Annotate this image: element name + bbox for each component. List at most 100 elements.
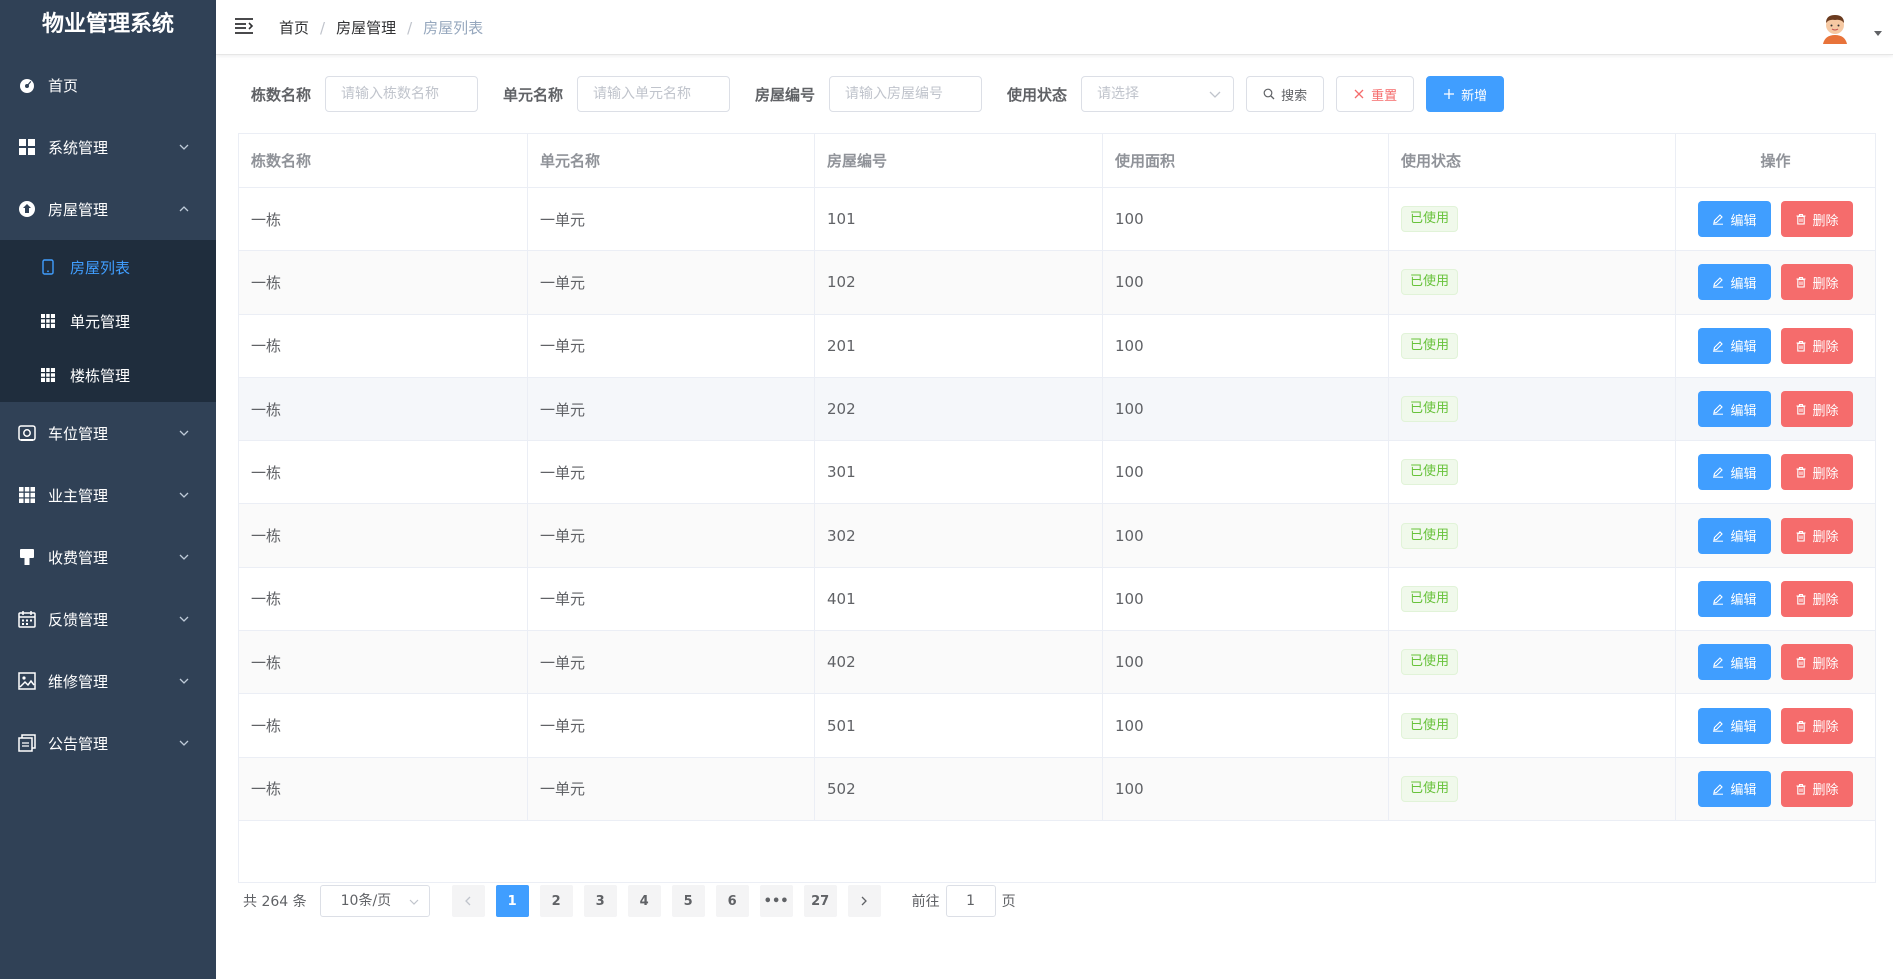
sidebar-item-home[interactable]: 首页 <box>0 54 216 116</box>
building-name-input[interactable] <box>325 76 479 112</box>
edit-button[interactable]: 编辑 <box>1698 454 1771 491</box>
cell-status: 已使用 <box>1389 441 1676 504</box>
column-header[interactable]: 栋数名称 <box>239 134 528 187</box>
chevron-down-icon <box>179 492 189 498</box>
table-row: 一栋 一单元 301 100 已使用 编辑 删除 <box>239 441 1875 505</box>
unit-name-input[interactable] <box>577 76 731 112</box>
column-header[interactable]: 房屋编号 <box>815 134 1103 187</box>
navbar: 首页 / 房屋管理 / 房屋列表 <box>216 0 1893 55</box>
sidebar-item-label: 单元管理 <box>70 312 131 331</box>
cell-area: 100 <box>1103 441 1389 504</box>
column-header[interactable]: 使用状态 <box>1389 134 1676 187</box>
edit-button[interactable]: 编辑 <box>1698 580 1771 617</box>
page-number[interactable]: 2 <box>539 885 573 917</box>
close-icon <box>1354 89 1364 99</box>
cell-unit: 一单元 <box>528 757 815 820</box>
edit-button[interactable]: 编辑 <box>1698 391 1771 428</box>
edit-button[interactable]: 编辑 <box>1698 517 1771 554</box>
status-select[interactable]: 请选择 <box>1081 76 1235 112</box>
sidebar-item-label: 业主管理 <box>48 486 109 505</box>
prev-page-button[interactable] <box>451 885 485 917</box>
edit-button[interactable]: 编辑 <box>1698 201 1771 238</box>
search-button[interactable]: 搜索 <box>1246 76 1325 112</box>
delete-button[interactable]: 删除 <box>1780 327 1853 364</box>
hamburger-icon[interactable] <box>234 16 254 36</box>
page-number[interactable]: 5 <box>671 885 705 917</box>
status-badge: 已使用 <box>1401 206 1459 233</box>
column-header[interactable]: 使用面积 <box>1103 134 1389 187</box>
page-size-select[interactable]: 10条/页 <box>319 885 430 917</box>
sidebar-item-notice[interactable]: 公告管理 <box>0 712 216 774</box>
edit-button[interactable]: 编辑 <box>1698 327 1771 364</box>
sidebar-item-house[interactable]: 房屋管理 <box>0 178 216 240</box>
delete-button[interactable]: 删除 <box>1780 770 1853 807</box>
edit-icon <box>1713 277 1724 289</box>
cell-actions: 编辑 删除 <box>1676 378 1875 440</box>
edit-button[interactable]: 编辑 <box>1698 644 1771 681</box>
cell-unit: 一单元 <box>528 251 815 314</box>
sidebar-item-feedback[interactable]: 反馈管理 <box>0 588 216 650</box>
chevron-up-icon <box>179 206 189 212</box>
page-number[interactable]: 6 <box>715 885 749 917</box>
page-number[interactable]: 3 <box>583 885 617 917</box>
cell-area: 100 <box>1103 251 1389 314</box>
chevron-down-icon <box>179 616 189 622</box>
app-title: 物业管理系统 <box>41 12 174 37</box>
delete-button[interactable]: 删除 <box>1780 454 1853 491</box>
sidebar-item-owner[interactable]: 业主管理 <box>0 464 216 526</box>
caret-down-icon[interactable] <box>1873 30 1883 38</box>
page-number[interactable]: 1 <box>495 885 529 917</box>
status-badge: 已使用 <box>1401 396 1459 423</box>
add-button[interactable]: 新增 <box>1426 76 1505 112</box>
sidebar-item-parking[interactable]: 车位管理 <box>0 402 216 464</box>
delete-button[interactable]: 删除 <box>1780 201 1853 238</box>
delete-button[interactable]: 删除 <box>1780 707 1853 744</box>
phone-icon <box>40 259 56 275</box>
delete-button[interactable]: 删除 <box>1780 517 1853 554</box>
cell-building: 一栋 <box>239 504 528 567</box>
edit-button[interactable]: 编辑 <box>1698 707 1771 744</box>
sidebar-item-unit[interactable]: 单元管理 <box>0 294 216 348</box>
reset-button-label: 重置 <box>1371 88 1398 104</box>
edit-button[interactable]: 编辑 <box>1698 264 1771 301</box>
cell-unit: 一单元 <box>528 188 815 251</box>
table-row: 一栋 一单元 501 100 已使用 编辑 删除 <box>239 694 1875 758</box>
avatar[interactable] <box>1817 10 1853 46</box>
breadcrumb-house[interactable]: 房屋管理 <box>336 17 396 38</box>
breadcrumb-home[interactable]: 首页 <box>279 17 309 38</box>
cell-unit: 一单元 <box>528 377 815 441</box>
delete-button-label: 删除 <box>1812 276 1839 292</box>
add-button-label: 新增 <box>1461 88 1488 104</box>
sidebar-item-system[interactable]: 系统管理 <box>0 116 216 178</box>
reset-button[interactable]: 重置 <box>1336 76 1415 112</box>
chevron-down-icon <box>179 678 189 684</box>
cell-building: 一栋 <box>239 757 528 820</box>
page-number[interactable]: 4 <box>627 885 661 917</box>
delete-button[interactable]: 删除 <box>1780 580 1853 617</box>
edit-button[interactable]: 编辑 <box>1698 770 1771 807</box>
room-number-input[interactable] <box>829 76 983 112</box>
delete-button[interactable]: 删除 <box>1780 264 1853 301</box>
sidebar-item-house-list[interactable]: 房屋列表 <box>0 240 216 294</box>
sidebar-item-repair[interactable]: 维修管理 <box>0 650 216 712</box>
sidebar-item-fee[interactable]: 收费管理 <box>0 526 216 588</box>
trash-icon <box>1796 403 1805 415</box>
edit-button-label: 编辑 <box>1730 466 1757 482</box>
goto-page-input[interactable] <box>945 885 996 917</box>
page-ellipsis[interactable]: ••• <box>759 885 793 917</box>
column-header[interactable]: 单元名称 <box>528 134 815 187</box>
cell-actions: 编辑 删除 <box>1676 568 1875 630</box>
cell-status: 已使用 <box>1389 314 1676 377</box>
table-header: 栋数名称 单元名称 房屋编号 使用面积 使用状态 操作 <box>239 134 1875 188</box>
total-count: 共 264 条 <box>243 894 307 910</box>
search-icon <box>1263 88 1275 100</box>
delete-button[interactable]: 删除 <box>1780 391 1853 428</box>
sidebar-item-building[interactable]: 楼栋管理 <box>0 348 216 402</box>
next-page-button[interactable] <box>847 885 881 917</box>
search-form: 栋数名称 单元名称 房屋编号 使用状态 请选择 搜索 重置 新增 <box>251 76 1516 112</box>
house-submenu: 房屋列表 单元管理 楼栋管理 <box>0 240 216 402</box>
page-number[interactable]: 27 <box>803 885 837 917</box>
delete-button[interactable]: 删除 <box>1780 644 1853 681</box>
cell-room: 401 <box>815 567 1103 631</box>
cell-room: 302 <box>815 504 1103 567</box>
